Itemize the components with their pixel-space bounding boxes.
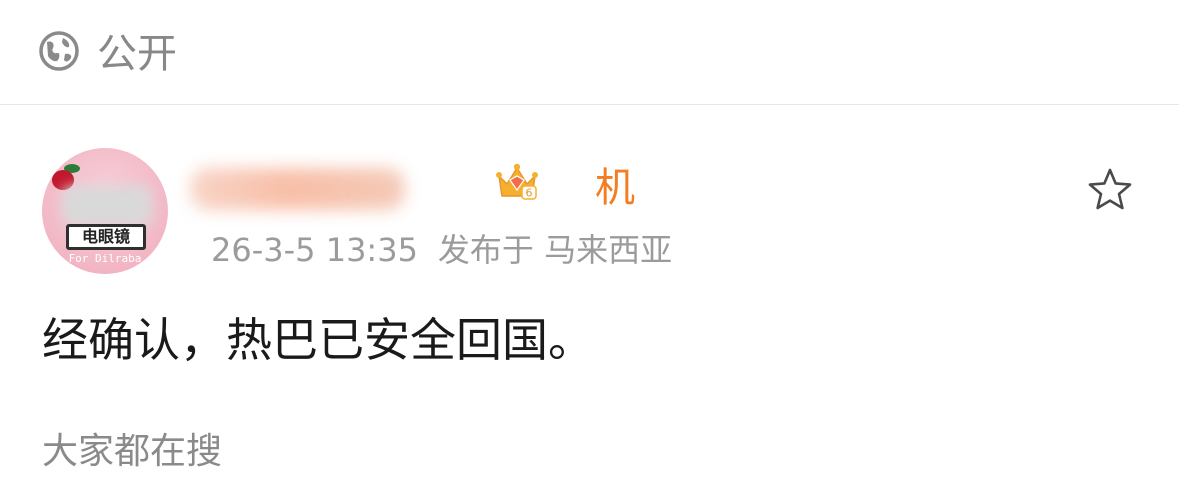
author-name-visible: 机 <box>595 165 635 211</box>
crown-icon[interactable]: 6 <box>495 160 539 204</box>
post-meta: 26-3-5 13:35 发布于 马来西亚 <box>211 228 672 272</box>
avatar-sign: 电眼镜 <box>66 224 146 250</box>
globe-icon <box>39 31 79 71</box>
post-text: 经确认，热巴已安全回国。 <box>42 313 594 367</box>
visibility-bar[interactable]: 公开 <box>0 0 1179 104</box>
crown-level: 6 <box>526 187 533 200</box>
post-timestamp: 26-3-5 13:35 <box>211 231 418 269</box>
author-name-obscured <box>190 168 405 210</box>
post-location: 发布于 马来西亚 <box>437 231 673 269</box>
visibility-label: 公开 <box>97 31 177 77</box>
avatar[interactable]: 电眼镜 For Dilraba <box>42 148 168 274</box>
avatar-obscured-area <box>62 186 152 226</box>
star-icon[interactable] <box>1086 166 1134 214</box>
divider <box>0 104 1179 105</box>
avatar-caption: For Dilraba <box>68 252 142 265</box>
trending-label: 大家都在搜 <box>42 431 223 472</box>
